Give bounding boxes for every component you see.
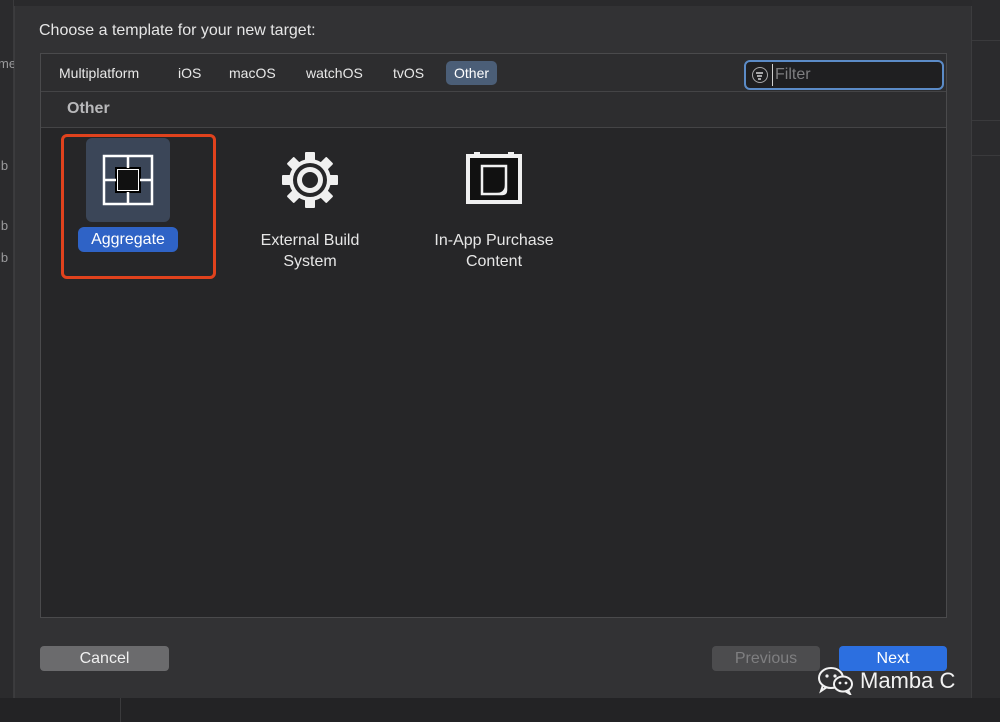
- new-target-sheet: Choose a template for your new target: M…: [14, 6, 972, 698]
- divider: [972, 40, 1000, 41]
- background-bottom-bar: [0, 698, 1000, 722]
- background-sidebar: me ib ib ib: [0, 0, 16, 722]
- background-text: ib: [0, 250, 9, 265]
- filter-icon: [752, 67, 768, 83]
- label-line: In-App Purchase: [434, 232, 554, 249]
- gear-icon: [282, 152, 338, 208]
- watermark-text: Mamba C: [860, 668, 956, 693]
- previous-button[interactable]: Previous: [712, 646, 820, 671]
- section-label: Other: [67, 100, 110, 117]
- background-text: ib: [0, 218, 9, 233]
- tab-ios[interactable]: iOS: [170, 61, 209, 85]
- sheet-title: Choose a template for your new target:: [39, 22, 316, 39]
- tab-tvos[interactable]: tvOS: [385, 61, 432, 85]
- label-line: External Build: [260, 232, 360, 249]
- tab-other[interactable]: Other: [446, 61, 498, 85]
- divider: [120, 698, 121, 722]
- platform-tab-bar: Multiplatform iOS macOS watchOS tvOS Oth…: [41, 54, 946, 92]
- template-external-build-system[interactable]: [268, 138, 352, 222]
- in-app-purchase-icon: [466, 152, 522, 204]
- template-panel: Multiplatform iOS macOS watchOS tvOS Oth…: [40, 53, 947, 618]
- background-text: ib: [0, 158, 9, 173]
- divider: [972, 155, 1000, 156]
- watermark: Mamba C: [818, 666, 955, 696]
- template-in-app-purchase-content[interactable]: [452, 138, 536, 222]
- divider: [972, 120, 1000, 121]
- label-line: System: [283, 253, 337, 270]
- filter-field[interactable]: [744, 60, 944, 90]
- template-in-app-purchase-content-label[interactable]: In-App Purchase Content: [419, 230, 569, 272]
- tab-watchos[interactable]: watchOS: [298, 61, 371, 85]
- cancel-button[interactable]: Cancel: [40, 646, 169, 671]
- section-header: Other: [41, 92, 946, 128]
- tab-macos[interactable]: macOS: [221, 61, 284, 85]
- background-right-panel: [972, 0, 1000, 722]
- label-line: Content: [465, 253, 523, 270]
- filter-input[interactable]: [772, 64, 940, 86]
- template-external-build-system-label[interactable]: External Build System: [240, 230, 380, 272]
- tab-multiplatform[interactable]: Multiplatform: [51, 61, 147, 85]
- selection-highlight: [61, 134, 216, 279]
- wechat-icon: [818, 667, 853, 695]
